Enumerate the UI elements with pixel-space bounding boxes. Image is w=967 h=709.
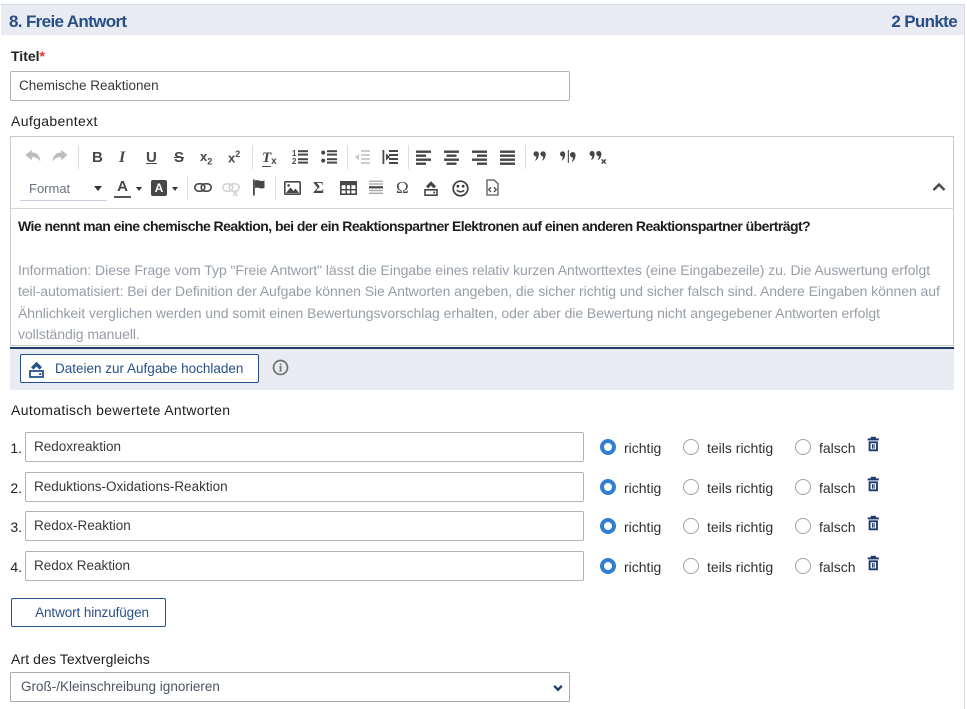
- svg-text:i: i: [279, 361, 283, 375]
- svg-text:2: 2: [292, 157, 297, 165]
